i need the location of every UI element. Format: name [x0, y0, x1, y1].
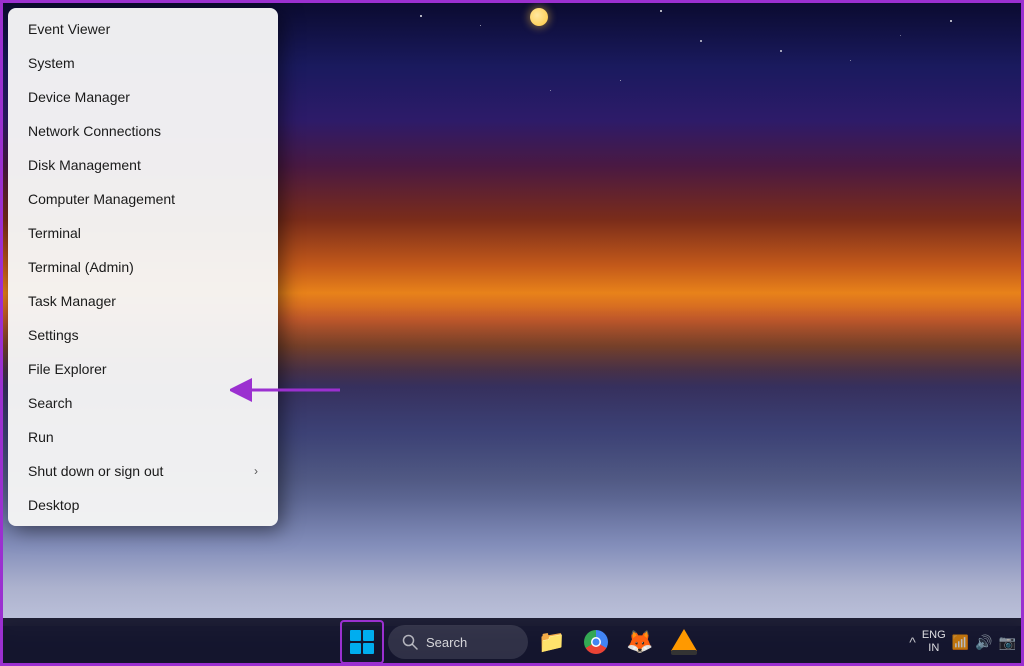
menu-item-label-file-explorer: File Explorer — [28, 361, 107, 377]
win-sq-tr — [363, 630, 374, 641]
menu-item-label-terminal: Terminal — [28, 225, 81, 241]
language-indicator[interactable]: ENG IN — [922, 629, 946, 655]
star — [700, 40, 702, 42]
star — [780, 50, 782, 52]
star — [950, 20, 952, 22]
vlc-icon — [671, 629, 697, 655]
search-icon — [402, 634, 418, 650]
lang-top: ENG — [922, 629, 946, 642]
menu-item-network-connections[interactable]: Network Connections — [8, 114, 278, 148]
win-sq-bl — [350, 643, 361, 654]
moon — [530, 8, 548, 26]
taskbar-file-explorer[interactable]: 📁 — [532, 622, 572, 662]
star — [480, 25, 481, 26]
menu-item-label-desktop: Desktop — [28, 497, 79, 513]
windows-icon — [350, 630, 374, 654]
start-button[interactable] — [340, 620, 384, 664]
menu-item-desktop[interactable]: Desktop — [8, 488, 278, 522]
menu-item-label-search: Search — [28, 395, 72, 411]
menu-item-label-terminal-admin: Terminal (Admin) — [28, 259, 134, 275]
star — [660, 10, 662, 12]
menu-item-label-task-manager: Task Manager — [28, 293, 116, 309]
star — [420, 15, 422, 17]
star — [900, 35, 901, 36]
menu-item-label-run: Run — [28, 429, 54, 445]
menu-item-run[interactable]: Run — [8, 420, 278, 454]
search-box[interactable]: Search — [388, 625, 528, 659]
menu-item-label-settings: Settings — [28, 327, 79, 343]
star — [550, 90, 551, 91]
taskbar-center: Search 📁 🦊 — [320, 620, 704, 664]
menu-item-label-computer-management: Computer Management — [28, 191, 175, 207]
wifi-icon[interactable]: 📶 — [952, 634, 969, 651]
win-sq-tl — [350, 630, 361, 641]
menu-item-label-device-manager: Device Manager — [28, 89, 130, 105]
menu-item-label-event-viewer: Event Viewer — [28, 21, 110, 37]
menu-item-terminal-admin[interactable]: Terminal (Admin) — [8, 250, 278, 284]
menu-item-label-disk-management: Disk Management — [28, 157, 141, 173]
taskbar-chrome[interactable] — [576, 622, 616, 662]
system-tray: ^ ENG IN 📶 🔊 📷 — [909, 629, 1016, 655]
menu-item-settings[interactable]: Settings — [8, 318, 278, 352]
win-sq-br — [363, 643, 374, 654]
menu-item-terminal[interactable]: Terminal — [8, 216, 278, 250]
search-label: Search — [426, 635, 467, 650]
star — [620, 80, 621, 81]
menu-item-computer-management[interactable]: Computer Management — [8, 182, 278, 216]
lang-bottom: IN — [928, 642, 939, 655]
context-menu: Event Viewer System Device Manager Network … — [8, 8, 278, 526]
volume-icon[interactable]: 🔊 — [975, 634, 992, 651]
menu-item-device-manager[interactable]: Device Manager — [8, 80, 278, 114]
menu-item-label-system: System — [28, 55, 75, 71]
taskbar-vlc[interactable] — [664, 622, 704, 662]
taskbar-firefox[interactable]: 🦊 — [620, 622, 660, 662]
menu-item-file-explorer[interactable]: File Explorer — [8, 352, 278, 386]
folder-icon: 📁 — [538, 629, 565, 655]
menu-item-label-shut-down: Shut down or sign out — [28, 463, 163, 479]
menu-item-task-manager[interactable]: Task Manager — [8, 284, 278, 318]
submenu-chevron-icon: › — [254, 464, 258, 478]
firefox-icon: 🦊 — [626, 629, 653, 655]
menu-item-label-network-connections: Network Connections — [28, 123, 161, 139]
chevron-up-icon[interactable]: ^ — [909, 634, 916, 650]
menu-item-system[interactable]: System — [8, 46, 278, 80]
star — [850, 60, 851, 61]
taskbar: Search 📁 🦊 ^ ENG — [0, 618, 1024, 666]
menu-item-event-viewer[interactable]: Event Viewer — [8, 12, 278, 46]
chrome-icon — [584, 630, 608, 654]
camera-icon[interactable]: 📷 — [999, 634, 1016, 651]
menu-item-disk-management[interactable]: Disk Management — [8, 148, 278, 182]
menu-item-search[interactable]: Search — [8, 386, 278, 420]
menu-item-shut-down[interactable]: Shut down or sign out › — [8, 454, 278, 488]
